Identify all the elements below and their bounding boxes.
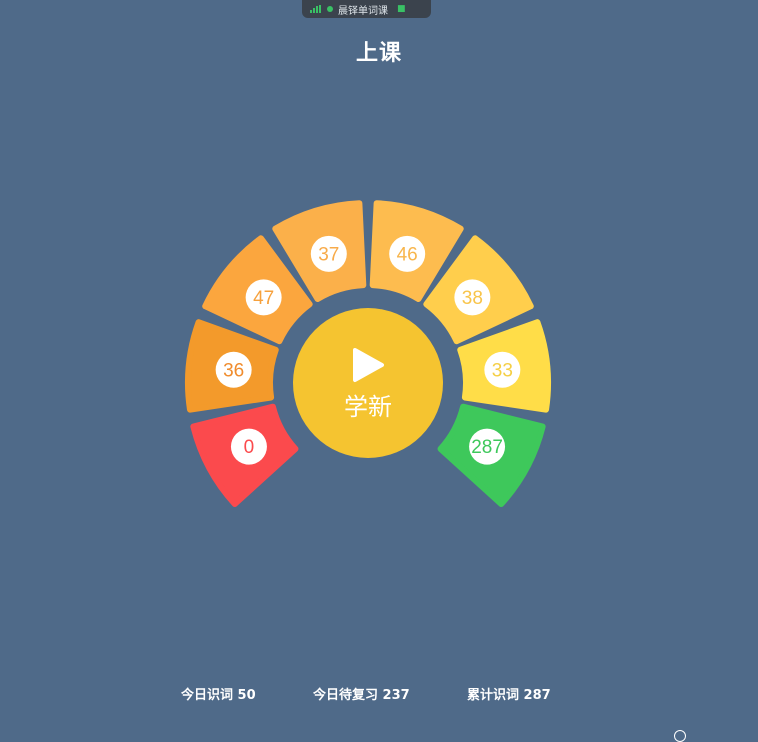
stat-today-new: 今日识词 50 [181, 688, 256, 703]
word-progress-wheel: 0 36 47 37 46 38 33 287 学新 [185, 200, 551, 508]
start-new-circle[interactable] [293, 308, 443, 458]
start-new-label: 学新 [344, 393, 392, 421]
segment-7[interactable]: 287 [437, 403, 546, 508]
stat-today-review: 今日待复习 237 [313, 688, 410, 703]
segment-count: 287 [471, 437, 503, 458]
segment-count: 46 [397, 244, 418, 265]
start-new-button[interactable]: 学新 [293, 308, 443, 458]
stats-bar: 今日识词 50 今日待复习 237 累计识词 287 [0, 684, 758, 704]
segment-count: 36 [223, 360, 244, 381]
segment-count: 47 [253, 288, 274, 309]
stat-total: 累计识词 287 [467, 688, 551, 703]
segment-count: 37 [318, 244, 339, 265]
segment-count: 33 [492, 360, 513, 381]
segment-count: 0 [244, 437, 255, 458]
segment-count: 38 [462, 288, 483, 309]
assistant-icon[interactable] [674, 730, 686, 742]
segment-0[interactable]: 0 [190, 403, 299, 508]
